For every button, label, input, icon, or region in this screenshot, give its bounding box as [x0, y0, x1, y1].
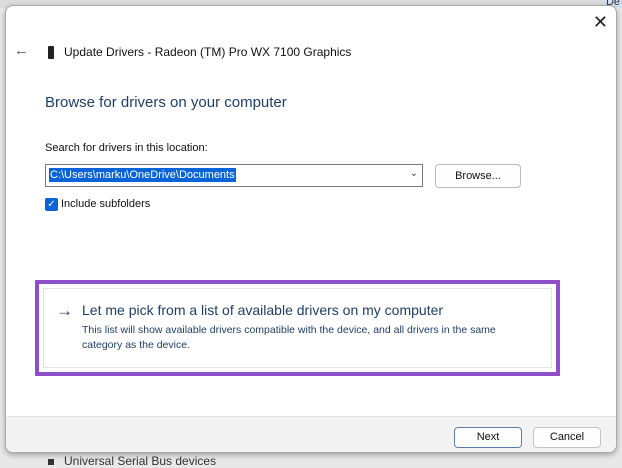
arrow-right-icon: → — [56, 301, 73, 320]
dialog-title: Update Drivers - Radeon (TM) Pro WX 7100… — [64, 45, 352, 59]
usb-icon — [48, 459, 54, 465]
cancel-button[interactable]: Cancel — [533, 427, 601, 448]
browse-button[interactable]: Browse... — [435, 164, 521, 188]
path-combobox[interactable]: C:\Users\marku\OneDrive\Documents ⌄ — [45, 164, 423, 187]
pick-driver-option[interactable]: → Let me pick from a list of available d… — [43, 288, 552, 368]
background-tree-label: Universal Serial Bus devices — [64, 454, 217, 468]
close-icon[interactable]: ✕ — [593, 12, 608, 33]
update-drivers-dialog: ✕ ← Update Drivers - Radeon (TM) Pro WX … — [5, 5, 617, 453]
dialog-footer: Next Cancel — [6, 416, 616, 452]
page-heading: Browse for drivers on your computer — [45, 94, 287, 111]
option-description: This list will show available drivers co… — [82, 324, 496, 351]
path-input-value[interactable]: C:\Users\marku\OneDrive\Documents — [49, 168, 236, 182]
next-button[interactable]: Next — [454, 427, 522, 448]
include-subfolders-label[interactable]: Include subfolders — [61, 198, 150, 210]
highlight-box: → Let me pick from a list of available d… — [35, 280, 560, 376]
chevron-down-icon[interactable]: ⌄ — [410, 168, 418, 179]
option-title[interactable]: Let me pick from a list of available dri… — [82, 302, 443, 318]
background-tree-item: Universal Serial Bus devices — [48, 454, 216, 468]
search-location-label: Search for drivers in this location: — [45, 142, 208, 154]
back-arrow-icon[interactable]: ← — [14, 42, 29, 59]
device-icon — [48, 46, 54, 59]
include-subfolders-checkbox[interactable]: ✓ — [45, 198, 58, 211]
